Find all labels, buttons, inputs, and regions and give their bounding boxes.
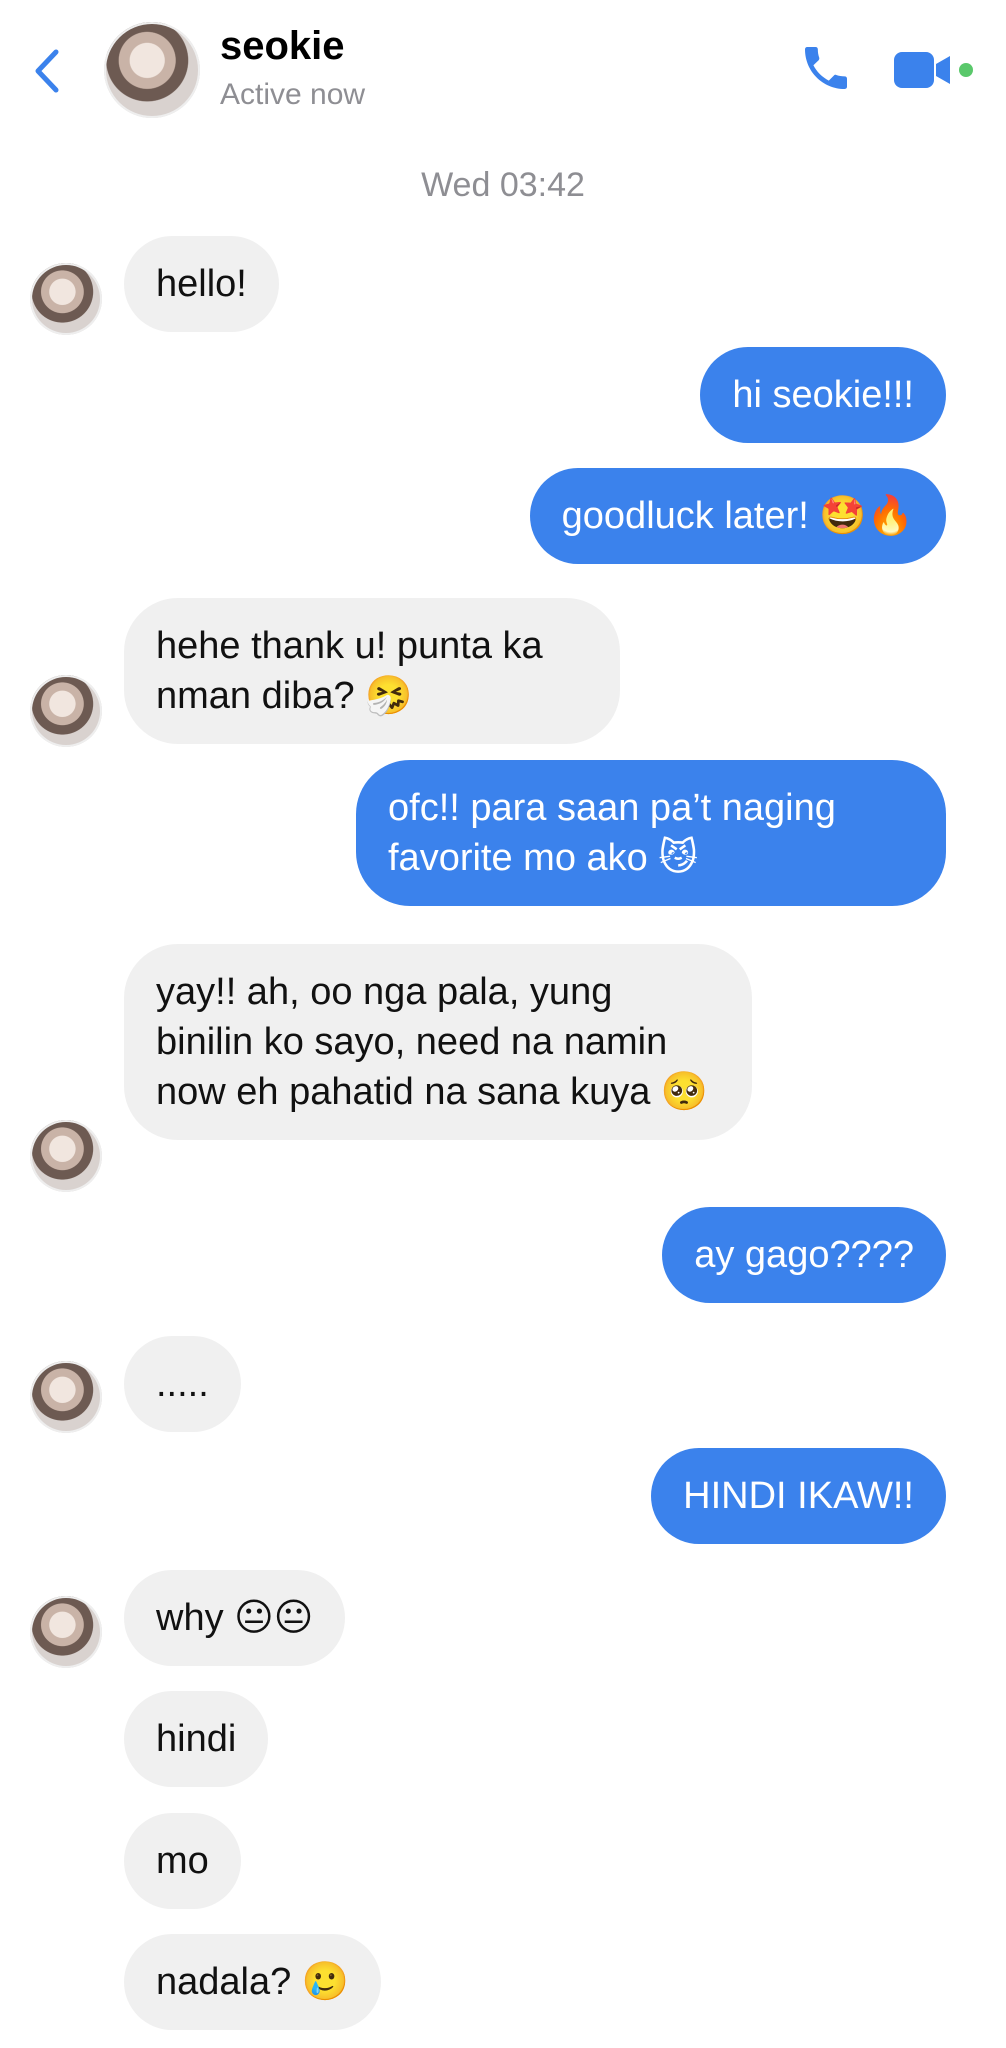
contact-avatar-small[interactable] [30, 1120, 102, 1192]
incoming-message[interactable]: yay!! ah, oo nga pala, yung binilin ko s… [124, 944, 752, 1140]
contact-status: Active now [220, 78, 366, 111]
contact-avatar-small[interactable] [30, 263, 102, 335]
voice-call-button[interactable] [798, 40, 854, 96]
incoming-message[interactable]: ..... [124, 1336, 241, 1432]
incoming-message[interactable]: nadala? 🥲 [124, 1934, 382, 2030]
video-camera-icon [894, 52, 973, 88]
incoming-message[interactable]: hehe thank u! punta ka nman diba? 🤧 [124, 598, 620, 744]
outgoing-message[interactable]: hi seokie!!! [700, 347, 946, 443]
chevron-left-icon [35, 49, 59, 93]
outgoing-message[interactable]: ofc!! para saan pa’t naging favorite mo … [356, 760, 946, 906]
back-button[interactable] [28, 46, 68, 96]
contact-avatar-small[interactable] [30, 1361, 102, 1433]
phone-icon [805, 47, 847, 89]
outgoing-message[interactable]: goodluck later! 🤩🔥 [529, 468, 946, 564]
incoming-message[interactable]: why 😐😐 [124, 1570, 346, 1666]
incoming-message[interactable]: mo [124, 1813, 241, 1909]
incoming-message[interactable]: hello! [124, 236, 279, 332]
chat-header: seokie Active now [0, 0, 1006, 140]
conversation-timestamp: Wed 03:42 [421, 166, 585, 204]
video-call-button[interactable] [892, 48, 976, 92]
online-dot-icon [959, 63, 973, 77]
contact-avatar-small[interactable] [30, 675, 102, 747]
contact-avatar[interactable] [104, 22, 200, 118]
contact-avatar-small[interactable] [30, 1596, 102, 1668]
incoming-message[interactable]: hindi [124, 1691, 269, 1787]
outgoing-message[interactable]: ay gago???? [662, 1207, 946, 1303]
outgoing-message[interactable]: HINDI IKAW!! [651, 1448, 946, 1544]
contact-name[interactable]: seokie [220, 24, 345, 69]
